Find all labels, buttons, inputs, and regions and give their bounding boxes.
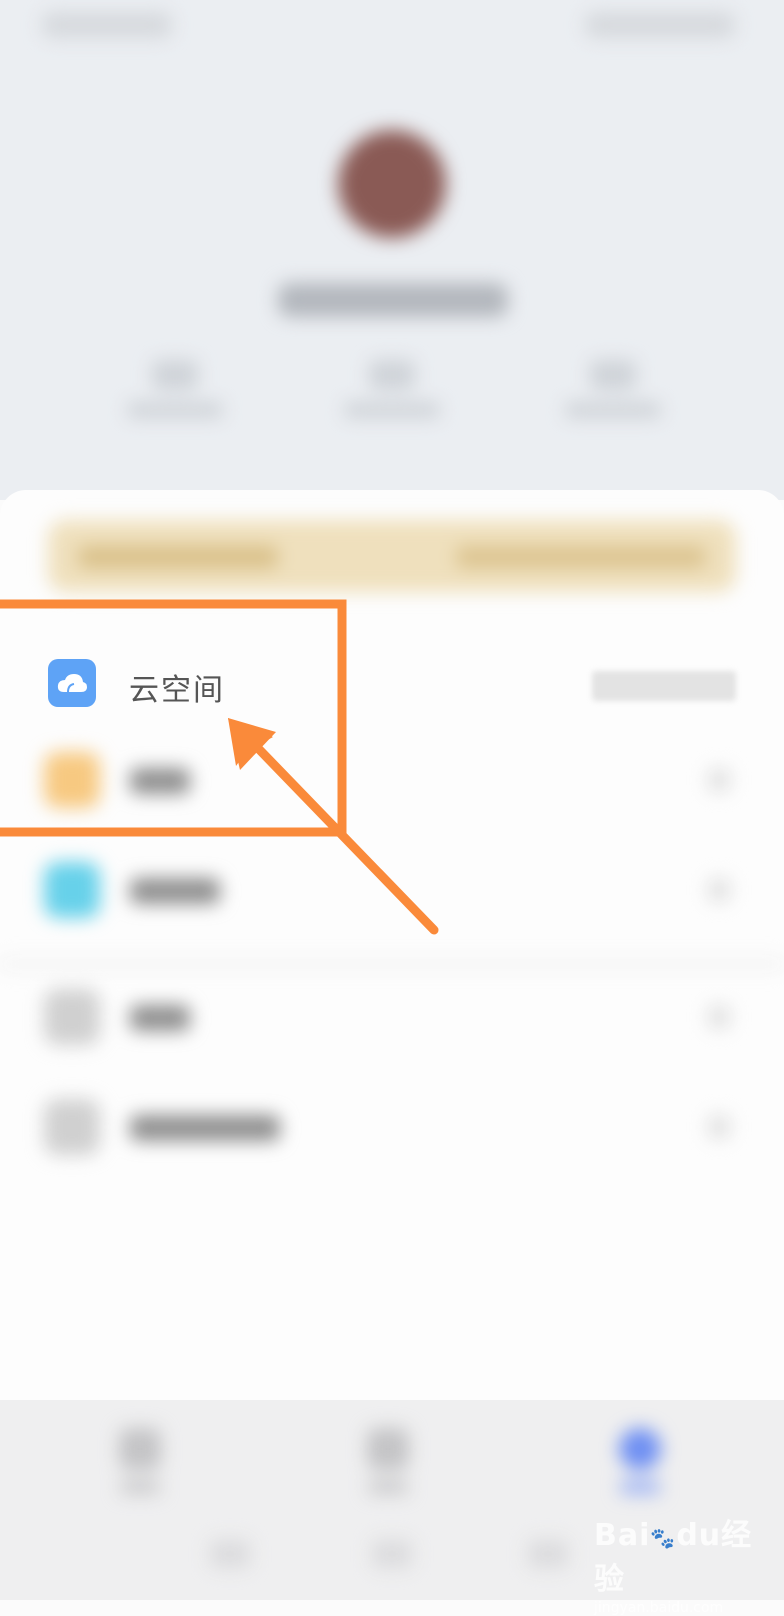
list-item-label bbox=[130, 1005, 190, 1031]
cloud-space-label: 云空间 bbox=[129, 673, 225, 708]
chevron-right-icon bbox=[708, 878, 730, 902]
status-bar-right bbox=[585, 12, 735, 38]
list-item[interactable] bbox=[0, 975, 784, 1055]
list-item[interactable] bbox=[0, 1085, 784, 1165]
quick-action-3[interactable] bbox=[563, 360, 663, 430]
status-bar-left bbox=[42, 12, 172, 38]
cloud-space-detail bbox=[592, 671, 736, 701]
chevron-right-icon bbox=[708, 1005, 730, 1029]
chevron-right-icon bbox=[708, 1115, 730, 1139]
cloud-space-row[interactable]: 云空间 bbox=[0, 645, 784, 725]
cyan-app-icon bbox=[44, 862, 100, 918]
chevron-right-icon bbox=[708, 768, 730, 792]
home-button[interactable] bbox=[372, 1540, 412, 1568]
list-item-label bbox=[130, 1115, 280, 1141]
orange-app-icon bbox=[44, 752, 100, 808]
list-item-label bbox=[130, 768, 190, 794]
info-icon bbox=[44, 1099, 100, 1155]
settings-card bbox=[0, 490, 784, 1400]
username[interactable] bbox=[278, 283, 508, 317]
avatar[interactable] bbox=[338, 130, 446, 238]
settings-icon bbox=[44, 989, 100, 1045]
tab-me[interactable] bbox=[612, 1428, 668, 1496]
promo-banner[interactable] bbox=[48, 520, 736, 592]
watermark-logo: Bai🐾du经验 jingyan.baidu.com bbox=[594, 1518, 753, 1616]
quick-action-1[interactable] bbox=[125, 360, 225, 430]
divider bbox=[0, 958, 784, 970]
list-item[interactable] bbox=[0, 738, 784, 818]
list-item-label bbox=[130, 878, 220, 904]
list-item[interactable] bbox=[0, 848, 784, 928]
quick-action-2[interactable] bbox=[342, 360, 442, 430]
back-button[interactable] bbox=[210, 1540, 250, 1568]
cloud-icon bbox=[48, 659, 96, 707]
recents-button[interactable] bbox=[528, 1540, 568, 1568]
profile-header bbox=[0, 0, 784, 500]
tab-discover[interactable] bbox=[360, 1428, 416, 1496]
tab-home[interactable] bbox=[112, 1428, 168, 1496]
